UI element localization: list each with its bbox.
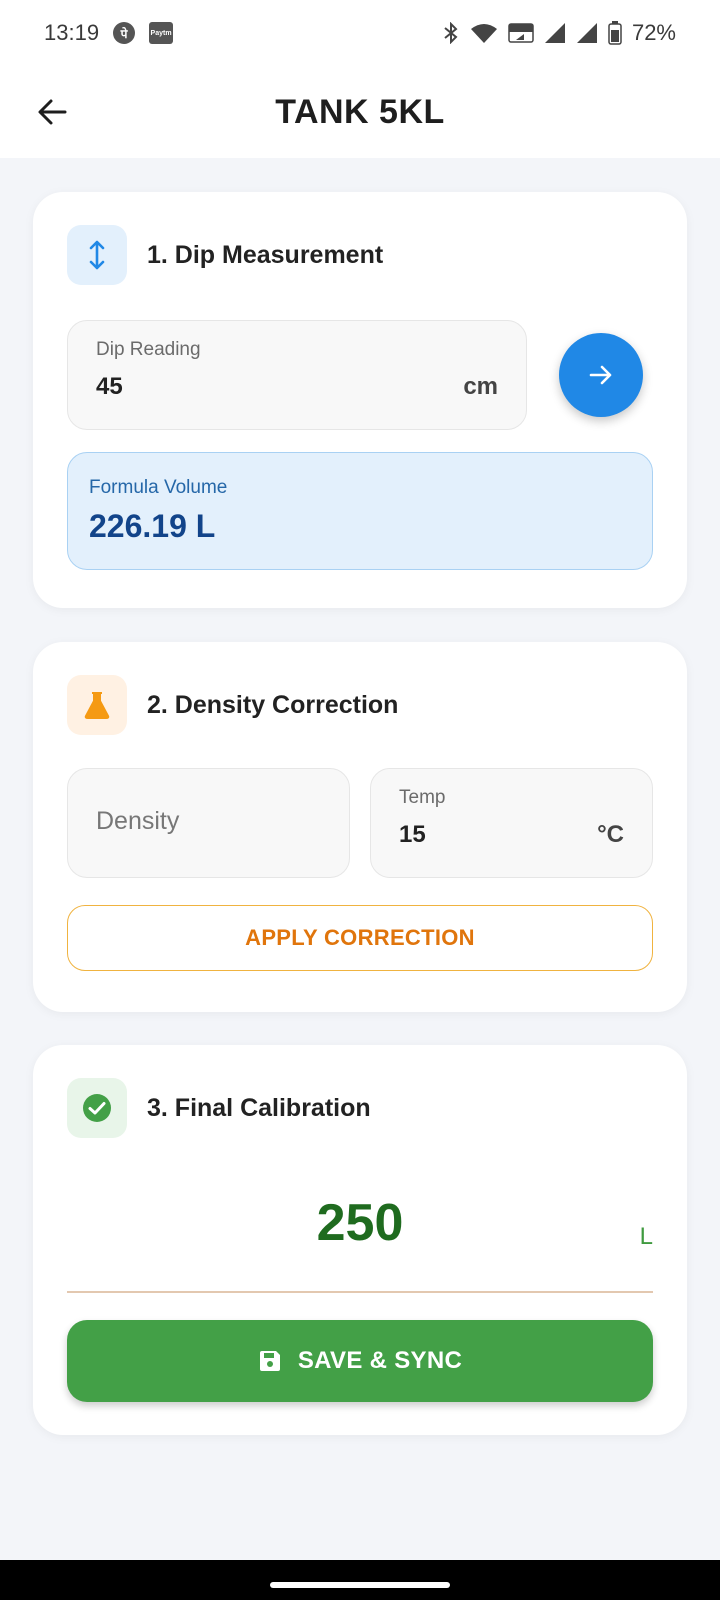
vertical-arrows-icon	[67, 225, 127, 285]
battery-icon	[608, 21, 622, 45]
dip-card-title: 1. Dip Measurement	[147, 240, 384, 269]
signal-icon	[544, 23, 565, 43]
status-bar: 13:19 पे Paytm 72%	[0, 0, 720, 66]
formula-volume-value: 226.19 L	[89, 508, 216, 544]
density-card-header: 2. Density Correction	[67, 675, 398, 735]
flask-icon	[67, 675, 127, 735]
volte-icon	[508, 23, 534, 43]
save-icon	[259, 1351, 280, 1371]
arrow-back-icon	[38, 99, 67, 125]
save-sync-label: SAVE & SYNC	[297, 1347, 463, 1374]
arrow-forward-icon	[589, 365, 612, 385]
final-unit: L	[639, 1223, 653, 1250]
status-left: 13:19 पे Paytm	[44, 20, 174, 46]
status-time: 13:19	[44, 20, 100, 45]
final-card-header: 3. Final Calibration	[67, 1078, 371, 1138]
density-placeholder: Density	[96, 807, 180, 835]
signal-icon	[576, 23, 597, 43]
formula-volume-label: Formula Volume	[89, 477, 228, 498]
phonepe-icon: पे	[113, 22, 136, 44]
temp-unit: °C	[597, 821, 624, 848]
temp-input[interactable]: Temp 15 °C	[370, 768, 653, 878]
battery-percent: 72%	[631, 20, 676, 45]
density-correction-card: 2. Density Correction Density Temp 15 °C…	[33, 642, 687, 1012]
app-bar: TANK 5KL	[0, 66, 720, 158]
dip-reading-label: Dip Reading	[96, 339, 201, 360]
wifi-icon	[470, 24, 497, 43]
apply-correction-button[interactable]: APPLY CORRECTION	[67, 905, 653, 971]
temp-label: Temp	[399, 787, 446, 808]
final-calibration-card: 3. Final Calibration 250 L SAVE & SYNC	[33, 1045, 687, 1435]
temp-value: 15	[399, 821, 426, 848]
screen: 13:19 पे Paytm 72% TANK 5KL 1. Dip Measu…	[0, 0, 720, 1600]
final-calibration-input[interactable]: 250	[67, 1193, 653, 1253]
dip-reading-value: 45	[96, 373, 123, 400]
dip-reading-unit: cm	[463, 373, 498, 400]
density-card-title: 2. Density Correction	[147, 690, 399, 719]
final-input-underline	[67, 1291, 653, 1293]
density-input[interactable]: Density	[67, 768, 350, 878]
save-sync-button[interactable]: SAVE & SYNC	[67, 1320, 653, 1402]
bluetooth-icon	[444, 22, 458, 44]
formula-volume-box: Formula Volume 226.19 L	[67, 452, 653, 570]
paytm-icon: Paytm	[149, 22, 174, 44]
calculate-button[interactable]	[559, 333, 643, 417]
dip-measurement-card: 1. Dip Measurement Dip Reading 45 cm For…	[33, 192, 687, 608]
back-button[interactable]	[26, 86, 78, 138]
system-nav-bar	[0, 1560, 720, 1600]
check-circle-icon	[67, 1078, 127, 1138]
status-right: 72%	[442, 20, 676, 46]
dip-card-header: 1. Dip Measurement	[67, 225, 383, 285]
final-card-title: 3. Final Calibration	[147, 1093, 371, 1122]
home-gesture-handle[interactable]	[270, 1582, 450, 1588]
dip-reading-field[interactable]: Dip Reading 45 cm	[67, 320, 527, 430]
page-title: TANK 5KL	[275, 92, 445, 131]
